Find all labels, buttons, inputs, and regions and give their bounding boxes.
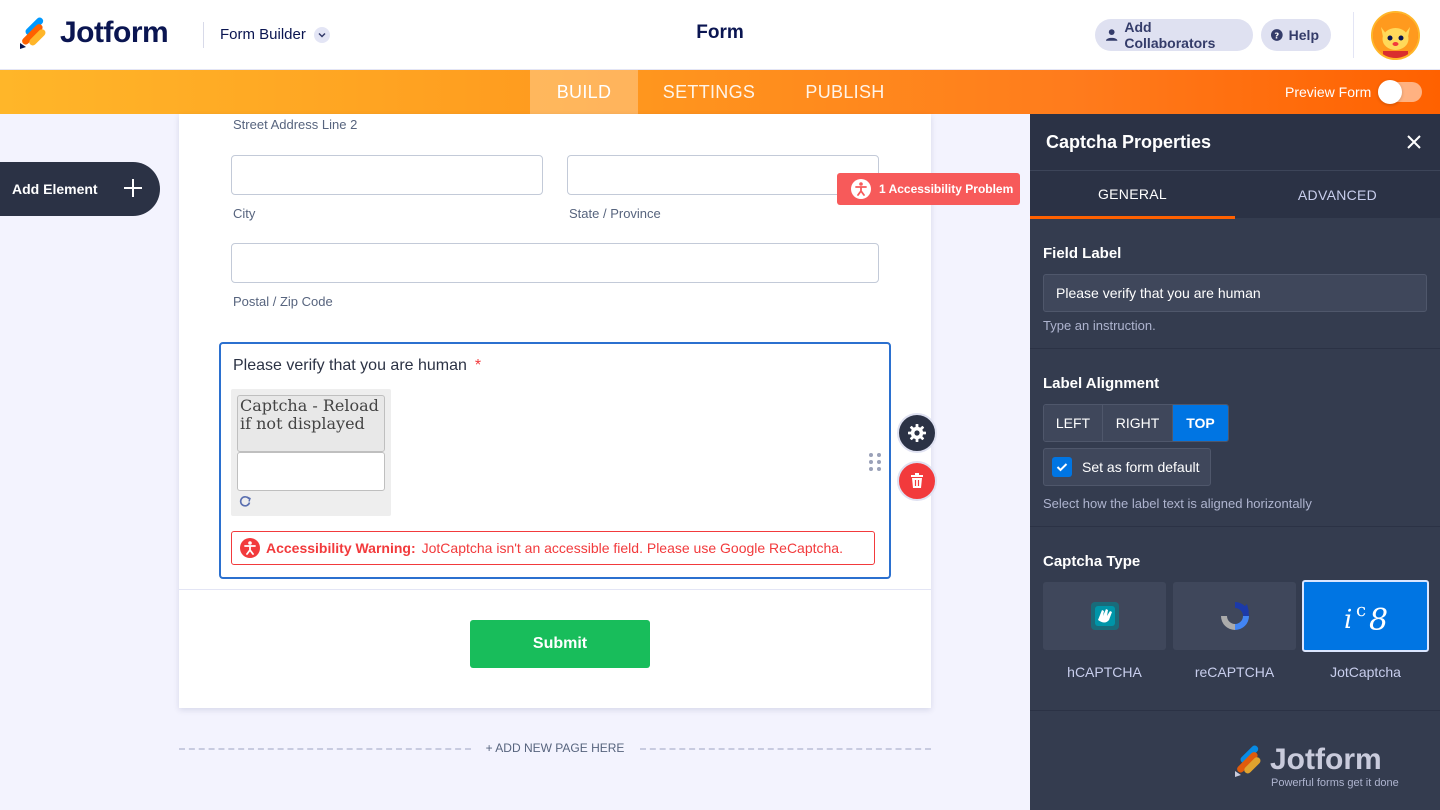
add-new-page-label: + ADD NEW PAGE HERE	[485, 741, 625, 755]
recaptcha-label: reCAPTCHA	[1194, 664, 1275, 680]
field-label-input[interactable]: Please verify that you are human	[1043, 274, 1427, 312]
set-form-default-checkbox[interactable]: Set as form default	[1043, 448, 1211, 486]
captcha-type-recaptcha[interactable]	[1173, 582, 1296, 650]
captcha-answer-input[interactable]	[237, 452, 385, 491]
form-builder-menu[interactable]: Form Builder	[220, 26, 330, 43]
tab-general[interactable]: GENERAL	[1030, 171, 1235, 219]
postal-zip-sublabel: Postal / Zip Code	[233, 294, 333, 309]
panel-title: Captcha Properties	[1046, 132, 1212, 152]
panel-brand-name: Jotform	[1270, 743, 1382, 776]
state-province-sublabel: State / Province	[569, 206, 661, 221]
section-divider	[1030, 710, 1440, 711]
checkbox-checked-icon	[1052, 457, 1072, 477]
jotcaptcha-label: JotCaptcha	[1330, 664, 1401, 680]
header-divider	[203, 22, 204, 48]
captcha-type-jotcaptcha[interactable]: i c 8	[1302, 580, 1429, 652]
hcaptcha-icon	[1090, 602, 1119, 630]
warning-title: Accessibility Warning:	[266, 540, 416, 556]
builder-nav-bar: BUILD SETTINGS PUBLISH Preview Form	[0, 70, 1440, 114]
captcha-widget: Captcha - Reload if not displayed	[231, 389, 391, 516]
label-alignment-group: LEFT RIGHT TOP	[1043, 404, 1229, 442]
top-header: Jotform Form Builder Form Add Collaborat…	[0, 0, 1440, 70]
captcha-type-hcaptcha[interactable]	[1043, 582, 1166, 650]
drag-handle-icon[interactable]	[868, 452, 882, 472]
question-icon: ?	[1271, 29, 1283, 41]
field-label-title: Field Label	[1043, 245, 1122, 262]
align-right-button[interactable]: RIGHT	[1103, 405, 1173, 441]
close-icon[interactable]	[1404, 132, 1424, 152]
captcha-field[interactable]: Please verify that you are human * Captch…	[219, 342, 891, 579]
svg-text:8: 8	[1369, 603, 1388, 636]
add-element-label: Add Element	[12, 181, 98, 197]
add-element-button[interactable]: Add Element	[0, 162, 160, 216]
hcaptcha-label: hCAPTCHA	[1067, 664, 1142, 680]
toggle-knob	[1378, 80, 1402, 104]
captcha-field-label: Please verify that you are human *	[233, 357, 481, 375]
accessibility-warning: Accessibility Warning: JotCaptcha isn't …	[231, 531, 875, 565]
svg-text:?: ?	[1274, 30, 1279, 40]
recaptcha-icon	[1220, 602, 1249, 630]
captcha-properties-panel: Captcha Properties GENERAL ADVANCED Fiel…	[1030, 114, 1440, 810]
captcha-image-placeholder: Captcha - Reload if not displayed	[237, 395, 385, 452]
jotform-logo-icon	[18, 17, 50, 49]
add-new-page-button[interactable]: + ADD NEW PAGE HERE	[179, 740, 931, 756]
add-collaborators-label: Add Collaborators	[1124, 19, 1216, 51]
align-top-button[interactable]: TOP	[1173, 405, 1228, 441]
panel-brand-tagline: Powerful forms get it done	[1271, 777, 1399, 789]
panel-jotform-logo: Jotform Powerful forms get it done	[1233, 740, 1413, 790]
brand-name: Jotform	[60, 16, 169, 49]
header-divider-right	[1353, 12, 1354, 58]
tab-build[interactable]: BUILD	[530, 70, 638, 114]
user-icon	[1105, 29, 1118, 41]
delete-field-button[interactable]	[897, 461, 937, 501]
warning-text: JotCaptcha isn't an accessible field. Pl…	[421, 540, 843, 556]
accessibility-problem-badge[interactable]: 1 Accessibility Problem	[837, 173, 1020, 205]
postal-zip-input[interactable]	[231, 243, 879, 283]
required-mark: *	[474, 357, 482, 374]
city-input[interactable]	[231, 155, 543, 195]
city-sublabel: City	[233, 206, 256, 221]
svg-text:i: i	[1344, 605, 1352, 635]
tab-settings[interactable]: SETTINGS	[644, 70, 774, 114]
section-divider	[1030, 348, 1440, 349]
state-province-input[interactable]	[567, 155, 879, 195]
panel-tabs: GENERAL ADVANCED	[1030, 170, 1440, 219]
add-collaborators-button[interactable]: Add Collaborators	[1095, 19, 1253, 51]
reload-icon[interactable]	[238, 494, 252, 508]
svg-text:c: c	[1356, 600, 1366, 621]
help-label: Help	[1288, 27, 1319, 43]
preview-form-label: Preview Form	[1285, 84, 1372, 100]
plus-icon	[124, 179, 142, 197]
submit-button[interactable]: Submit	[470, 620, 650, 668]
accessibility-warning-icon	[240, 538, 260, 558]
label-alignment-hint: Select how the label text is aligned hor…	[1043, 496, 1312, 511]
panel-header: Captcha Properties	[1030, 114, 1440, 170]
label-alignment-title: Label Alignment	[1043, 375, 1160, 392]
help-button[interactable]: ? Help	[1261, 19, 1331, 51]
form-divider	[179, 589, 931, 590]
trash-icon	[911, 473, 923, 488]
captcha-label-text: Please verify that you are human	[233, 357, 467, 374]
captcha-type-title: Captcha Type	[1043, 553, 1141, 570]
field-properties-button[interactable]	[897, 413, 937, 453]
gear-icon	[908, 424, 926, 442]
align-left-button[interactable]: LEFT	[1044, 405, 1103, 441]
page-title[interactable]: Form	[620, 22, 820, 44]
jotcaptcha-icon: i c 8	[1344, 600, 1388, 636]
tab-advanced[interactable]: ADVANCED	[1235, 171, 1440, 219]
field-label-hint: Type an instruction.	[1043, 318, 1156, 333]
form-builder-label: Form Builder	[220, 26, 306, 43]
tab-publish[interactable]: PUBLISH	[786, 70, 904, 114]
street-address-line2-sublabel: Street Address Line 2	[233, 117, 358, 132]
jotform-logo[interactable]: Jotform	[18, 16, 169, 50]
set-form-default-label: Set as form default	[1082, 459, 1200, 475]
accessibility-icon	[851, 179, 871, 199]
section-divider	[1030, 526, 1440, 527]
avatar[interactable]	[1371, 11, 1420, 60]
chevron-down-icon	[313, 26, 330, 43]
jotform-logo-icon	[1235, 745, 1261, 777]
preview-form-toggle[interactable]	[1378, 80, 1422, 104]
accessibility-problem-label: 1 Accessibility Problem	[879, 182, 1014, 196]
